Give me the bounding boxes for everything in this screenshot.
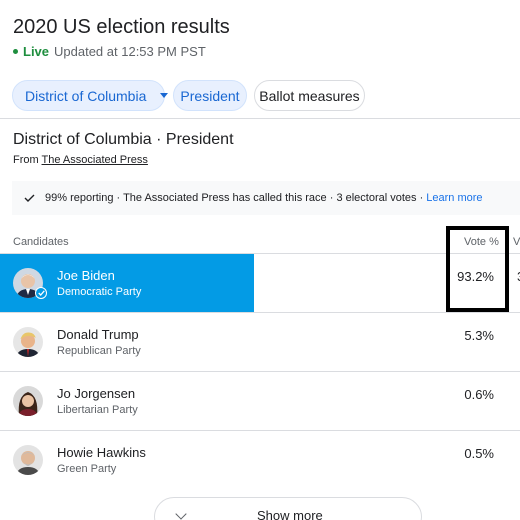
page-title: 2020 US election results: [13, 16, 230, 38]
candidate-row-hawkins[interactable]: Howie Hawkins Green Party 0.5%: [0, 431, 520, 489]
show-more-button[interactable]: Show more: [154, 497, 422, 520]
ballot-measures-chip[interactable]: Ballot measures: [254, 80, 365, 111]
source-line: From The Associated Press: [13, 154, 148, 166]
candidate-name: Howie Hawkins: [57, 445, 146, 460]
chevron-down-icon: [175, 508, 187, 520]
divider: [0, 118, 520, 119]
vote-percent-highlight-box: [446, 226, 509, 312]
live-status: Live Updated at 12:53 PM PST: [13, 44, 206, 59]
candidate-name: Joe Biden: [57, 268, 115, 283]
vote-percent: 0.5%: [464, 446, 494, 461]
candidate-row-trump[interactable]: Donald Trump Republican Party 5.3%: [0, 313, 520, 371]
candidate-name: Jo Jorgensen: [57, 386, 136, 401]
updated-time: Updated at 12:53 PM PST: [54, 44, 206, 59]
candidate-party: Democratic Party: [57, 286, 142, 298]
candidate-row-jorgensen[interactable]: Jo Jorgensen Libertarian Party 0.6%: [0, 372, 520, 430]
race-title: District of Columbia · President: [13, 131, 234, 148]
race-status-text: 99% reporting · The Associated Press has…: [45, 192, 424, 204]
learn-more-link[interactable]: Learn more: [426, 192, 482, 204]
live-label: Live: [23, 44, 50, 59]
state-dropdown-label: District of Columbia: [25, 87, 147, 104]
candidate-name: Donald Trump: [57, 327, 139, 342]
state-dropdown[interactable]: District of Columbia: [12, 80, 169, 111]
candidate-party: Republican Party: [57, 345, 141, 357]
vote-percent: 0.6%: [464, 387, 494, 402]
president-chip-label: President: [180, 87, 240, 104]
column-header-candidates: Candidates: [13, 236, 69, 248]
winner-check-icon: [35, 287, 47, 299]
ballot-measures-chip-label: Ballot measures: [259, 87, 360, 104]
avatar-hawkins: [13, 445, 43, 475]
president-chip[interactable]: President: [173, 80, 247, 111]
caret-down-icon: [160, 93, 169, 98]
source-prefix: From: [13, 154, 42, 166]
show-more-label: Show more: [257, 508, 323, 520]
race-status-bar: 99% reporting · The Associated Press has…: [12, 181, 520, 215]
live-dot-icon: [13, 49, 18, 54]
vote-percent: 5.3%: [464, 328, 494, 343]
avatar-trump: [13, 327, 43, 357]
candidate-party: Green Party: [57, 463, 117, 475]
candidate-party: Libertarian Party: [57, 404, 138, 416]
avatar-jorgensen: [13, 386, 43, 416]
candidate-row-biden[interactable]: Joe Biden Democratic Party 93.2% 3: [0, 254, 520, 312]
source-link[interactable]: The Associated Press: [42, 154, 148, 166]
check-icon: [24, 194, 35, 202]
column-header-votes[interactable]: V: [513, 236, 520, 248]
